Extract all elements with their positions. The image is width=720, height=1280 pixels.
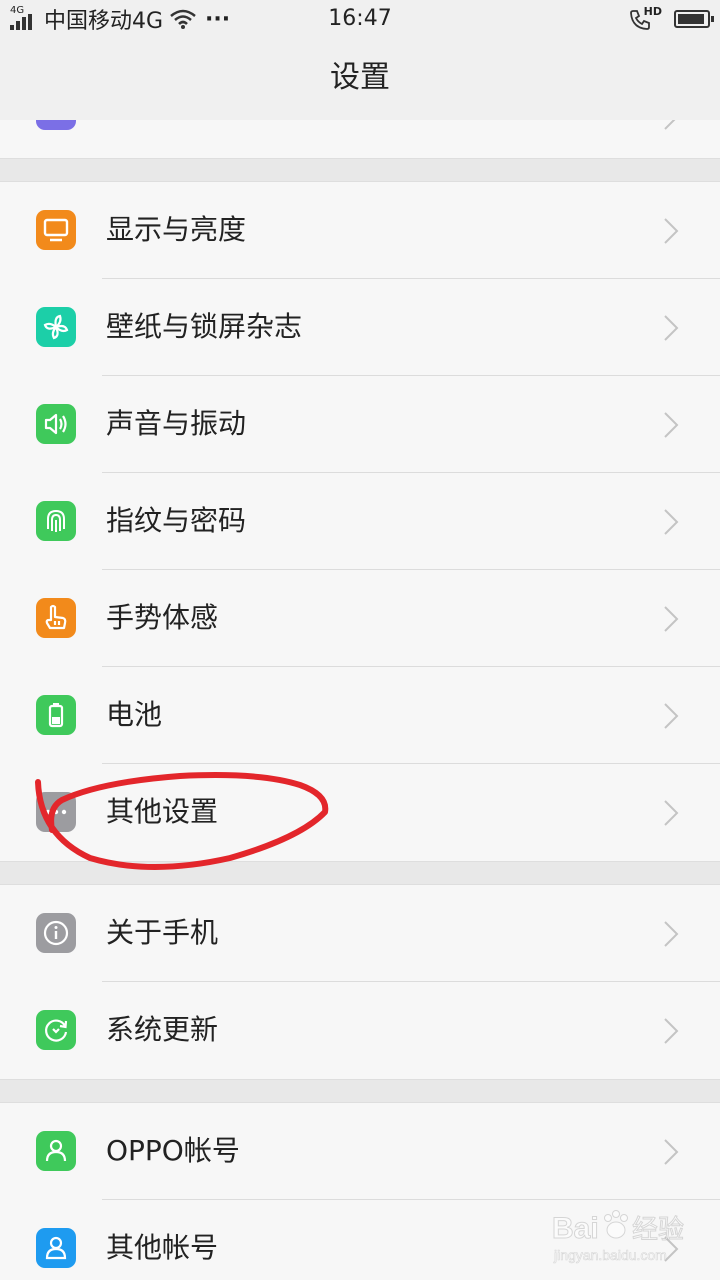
wifi-icon [170, 9, 196, 29]
row-wallpaper[interactable]: 壁纸与锁屏杂志 [0, 279, 720, 376]
status-left: 4G 中国移动4G ··· [10, 4, 230, 34]
more-icon [36, 792, 76, 832]
hd-call-icon: HD [628, 6, 662, 32]
row-fingerprint-password[interactable]: 指纹与密码 [0, 473, 720, 570]
row-label: 关于手机 [106, 916, 219, 949]
row-other-settings[interactable]: 其他设置 [0, 764, 720, 861]
clipped-settings-row[interactable] [0, 120, 720, 158]
page-title: 设置 [330, 60, 390, 95]
wallpaper-icon [36, 307, 76, 347]
signal-icon: 4G [10, 6, 40, 32]
status-right: HD [628, 5, 714, 33]
chevron-right-icon [664, 606, 679, 632]
fingerprint-icon [36, 501, 76, 541]
row-system-update[interactable]: 系统更新 [0, 982, 720, 1079]
chevron-right-icon [664, 1139, 679, 1165]
row-battery[interactable]: 电池 [0, 667, 720, 764]
header: 设置 [0, 38, 720, 120]
sound-icon [36, 404, 76, 444]
update-icon [36, 1010, 76, 1050]
account-icon [36, 1228, 76, 1268]
more-indicator: ··· [205, 6, 231, 32]
row-sound-vibration[interactable]: 声音与振动 [0, 376, 720, 473]
chevron-right-icon [664, 1236, 679, 1262]
carrier-name: 中国移动4G [44, 9, 164, 34]
row-label: 手势体感 [106, 601, 219, 634]
chevron-right-icon [664, 412, 679, 438]
row-display-brightness[interactable]: 显示与亮度 [0, 182, 720, 279]
settings-list[interactable]: 显示与亮度 壁纸与锁屏杂志 声音与振动 指纹与密码 手势体感 电池 其他设置 关… [0, 120, 720, 1280]
chevron-right-icon [664, 703, 679, 729]
info-icon [36, 913, 76, 953]
gesture-icon [36, 598, 76, 638]
chevron-right-icon [664, 800, 679, 826]
row-label: 壁纸与锁屏杂志 [106, 310, 303, 343]
chevron-right-icon [664, 509, 679, 535]
chevron-right-icon [664, 315, 679, 341]
row-oppo-account[interactable]: OPPO帐号 [0, 1103, 720, 1200]
section-divider [0, 1079, 720, 1103]
display-icon [36, 210, 76, 250]
chevron-right-icon [664, 921, 679, 947]
row-label: 电池 [106, 698, 163, 731]
status-bar: 4G 中国移动4G ··· 16:47 HD [0, 0, 720, 38]
row-label: OPPO帐号 [106, 1134, 240, 1167]
row-label: 系统更新 [106, 1013, 219, 1046]
row-about-phone[interactable]: 关于手机 [0, 885, 720, 982]
row-other-accounts[interactable]: 其他帐号 [0, 1200, 720, 1280]
row-gesture-motion[interactable]: 手势体感 [0, 570, 720, 667]
row-label: 其他设置 [106, 795, 219, 828]
clipped-row-icon [36, 120, 76, 130]
row-label: 其他帐号 [106, 1231, 219, 1264]
chevron-right-icon [664, 218, 679, 244]
row-label: 显示与亮度 [106, 213, 247, 246]
battery-indicator-icon [674, 10, 714, 28]
section-divider [0, 861, 720, 885]
row-label: 声音与振动 [106, 407, 247, 440]
chevron-right-icon [664, 120, 676, 130]
battery-icon [36, 695, 76, 735]
row-label: 指纹与密码 [106, 504, 247, 537]
chevron-right-icon [664, 1018, 679, 1044]
user-icon [36, 1131, 76, 1171]
section-divider [0, 158, 720, 182]
